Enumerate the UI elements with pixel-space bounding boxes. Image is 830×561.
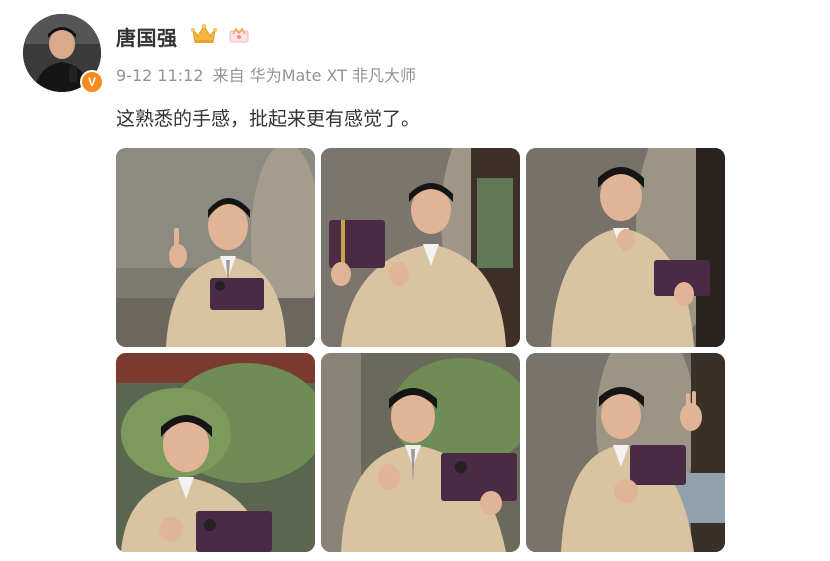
photo-1[interactable] [116, 148, 315, 347]
photo-3[interactable] [526, 148, 725, 347]
post-text: 这熟悉的手感，批起来更有感觉了。 [116, 108, 421, 130]
photo-2[interactable] [321, 148, 520, 347]
post-timestamp[interactable]: 9-12 11:12 [116, 66, 204, 85]
post-source: 来自 华为Mate XT 非凡大师 [212, 66, 417, 85]
photo-grid [116, 148, 725, 552]
crown-icon[interactable] [190, 22, 218, 46]
post-meta: 9-12 11:12 来自 华为Mate XT 非凡大师 [116, 62, 420, 86]
photo-4[interactable] [116, 353, 315, 552]
member-badge-icon[interactable] [228, 26, 250, 44]
author-name[interactable]: 唐国强 [116, 22, 178, 51]
verified-badge-icon: V [80, 70, 104, 94]
photo-5[interactable] [321, 353, 520, 552]
photo-6[interactable] [526, 353, 725, 552]
